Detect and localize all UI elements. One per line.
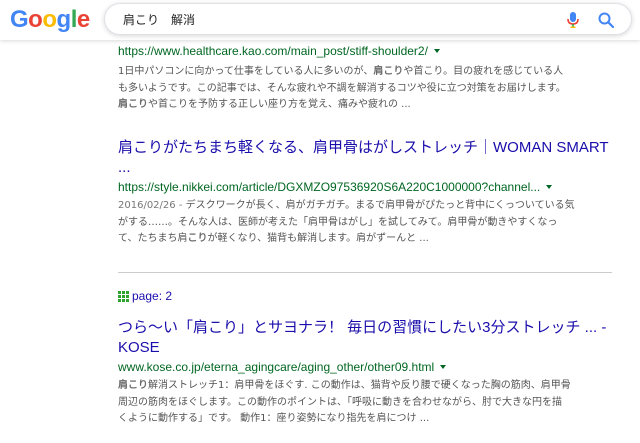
search-icon[interactable]: [597, 11, 615, 29]
snippet-line: て、たちまち肩こりが軽くなり、猫背も解消します。肩がずーんと ...: [118, 231, 618, 248]
snippet-line: 肩こりや首こりを予防する正しい座り方を覚え、痛みや疲れの ...: [118, 97, 618, 114]
page-marker: page: 2: [118, 289, 172, 303]
snippet-text: 解消ストレッチ1：肩甲骨をほぐす. この動作は、猫背や反り腰で硬くなった胸の筋肉…: [148, 380, 571, 391]
google-logo[interactable]: Google: [10, 6, 90, 34]
result-title-line[interactable]: ...: [118, 159, 131, 176]
snippet-highlight: 肩こり: [118, 99, 148, 110]
snippet-highlight: 肩こり: [373, 66, 404, 77]
search-input[interactable]: [123, 12, 543, 26]
result-url-text[interactable]: https://style.nikkei.com/article/DGXMZO9…: [118, 180, 540, 194]
logo-letter: o: [28, 6, 43, 33]
dropdown-caret-icon[interactable]: [440, 365, 447, 369]
result-title-link[interactable]: 肩こりがたちまち軽くなる、肩甲骨はがしストレッチ｜WOMAN SMART ...: [118, 138, 618, 178]
result-date: 2016/02/26 -: [118, 200, 186, 211]
logo-letter: o: [42, 6, 57, 33]
result-url[interactable]: https://style.nikkei.com/article/DGXMZO9…: [118, 180, 618, 194]
snippet-highlight: 肩こり: [118, 380, 148, 391]
result-url[interactable]: https://www.healthcare.kao.com/main_post…: [118, 44, 618, 58]
snippet-text: が軽くなり、猫背も解消します。肩がずーんと ...: [207, 233, 429, 244]
snippet-line: がする……。そんな人は、医師が考えた「肩甲骨はがし」を試してみて。肩甲骨が動きや…: [118, 215, 618, 232]
page-divider: [118, 272, 612, 273]
snippet-text: くように動作する」です。 動作1：座り姿勢になり指先を肩につけ ...: [118, 413, 430, 424]
result-title-line[interactable]: つら～い「肩こり」とサヨナラ！ 毎日の習慣にしたい3分ストレッチ ... -: [118, 319, 606, 336]
result-title-link[interactable]: つら～い「肩こり」とサヨナラ！ 毎日の習慣にしたい3分ストレッチ ... - K…: [118, 318, 618, 358]
snippet-text: て、たちまち肩: [118, 233, 188, 244]
result-kao: https://www.healthcare.kao.com/main_post…: [118, 44, 618, 114]
result-kose: つら～い「肩こり」とサヨナラ！ 毎日の習慣にしたい3分ストレッチ ... - K…: [118, 318, 618, 428]
snippet-text: 1日中パソコンに向かって仕事をしている人に多いのが、: [118, 66, 374, 77]
snippet-line: 1日中パソコンに向かって仕事をしている人に多いのが、肩こりや首こり。目の疲れを感…: [118, 64, 618, 81]
snippet-text: 周辺の筋肉をほぐします。この動作のポイントは、「呼吸に動きを合わせながら、肘で大…: [118, 396, 562, 408]
result-url-text[interactable]: www.kose.co.jp/eterna_agingcare/aging_ot…: [118, 360, 434, 374]
microphone-icon[interactable]: [565, 11, 581, 29]
result-snippet: 1日中パソコンに向かって仕事をしている人に多いのが、肩こりや首こり。目の疲れを感…: [118, 64, 618, 114]
result-snippet: 肩こり解消ストレッチ1：肩甲骨をほぐす. この動作は、猫背や反り腰で硬くなった胸…: [118, 378, 618, 428]
grid-icon: [118, 290, 129, 302]
snippet-text: がする……。そんな人は、医師が考えた「肩甲骨はがし」を試してみて。肩甲骨が動きや…: [118, 216, 558, 228]
search-box: [104, 3, 632, 35]
snippet-line: くように動作する」です。 動作1：座り姿勢になり指先を肩につけ ...: [118, 411, 618, 428]
dropdown-caret-icon[interactable]: [433, 49, 440, 53]
snippet-line: 周辺の筋肉をほぐします。この動作のポイントは、「呼吸に動きを合わせながら、肘で大…: [118, 395, 618, 412]
snippet-text: や首こりを予防する正しい座り方を覚え、痛みや疲れの ...: [148, 99, 411, 110]
logo-letter: e: [76, 6, 90, 33]
snippet-line: も多いようです。この記事では、そんな疲れや不調を解消するコツや役に立つ対策をお届…: [118, 81, 618, 98]
result-title-line[interactable]: KOSE: [118, 339, 160, 356]
snippet-text: も多いようです。この記事では、そんな疲れや不調を解消するコツや役に立つ対策をお届…: [118, 82, 566, 94]
page-label: page: 2: [132, 289, 173, 303]
snippet-text: や首こり。目の疲れを感じている人: [403, 66, 564, 77]
dropdown-caret-icon[interactable]: [546, 185, 553, 189]
logo-letter: G: [10, 6, 29, 33]
logo-letter: g: [56, 6, 72, 33]
snippet-line: 2016/02/26 - デスクワークが長く、肩がガチガチ。まるで肩甲骨がぴたっ…: [118, 198, 618, 215]
result-snippet: 2016/02/26 - デスクワークが長く、肩がガチガチ。まるで肩甲骨がぴたっ…: [118, 198, 618, 248]
search-header: Google: [0, 0, 640, 40]
snippet-highlight: こり: [187, 233, 208, 244]
result-title-line[interactable]: 肩こりがたちまち軽くなる、肩甲骨はがしストレッチ｜WOMAN SMART: [118, 139, 609, 156]
snippet-text: デスクワークが長く、肩がガチガチ。まるで肩甲骨がぴたっと背中にくっついている気: [185, 200, 575, 211]
snippet-line: 肩こり解消ストレッチ1：肩甲骨をほぐす. この動作は、猫背や反り腰で硬くなった胸…: [118, 378, 618, 395]
result-url-text[interactable]: https://www.healthcare.kao.com/main_post…: [118, 44, 428, 58]
result-nikkei: 肩こりがたちまち軽くなる、肩甲骨はがしストレッチ｜WOMAN SMART ...…: [118, 138, 618, 248]
result-url[interactable]: www.kose.co.jp/eterna_agingcare/aging_ot…: [118, 360, 618, 374]
